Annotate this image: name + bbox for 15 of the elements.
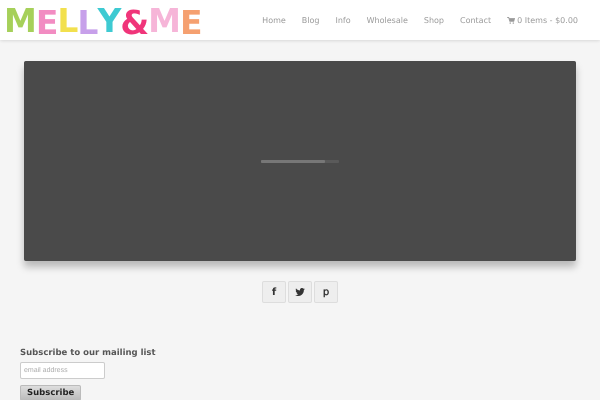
- subscribe-button[interactable]: Subscribe: [20, 385, 82, 400]
- site-logo[interactable]: MELLY&ME: [4, 1, 202, 39]
- nav-link[interactable]: Home: [262, 16, 286, 24]
- share-button[interactable]: 𝗉: [314, 281, 338, 303]
- share-button[interactable]: f: [262, 281, 286, 303]
- mailing-list-heading: Subscribe to our mailing list: [20, 348, 156, 358]
- share-button[interactable]: [288, 281, 312, 303]
- nav-link[interactable]: Shop: [424, 16, 444, 24]
- cart-icon: [507, 16, 516, 24]
- nav-link[interactable]: Info: [335, 16, 351, 24]
- cart-link[interactable]: 0 Items - $0.00: [507, 16, 578, 24]
- nav-link[interactable]: Contact: [460, 16, 492, 24]
- nav-link[interactable]: Wholesale: [366, 16, 408, 24]
- nav-link[interactable]: Blog: [302, 16, 320, 24]
- bird-icon: [295, 288, 305, 296]
